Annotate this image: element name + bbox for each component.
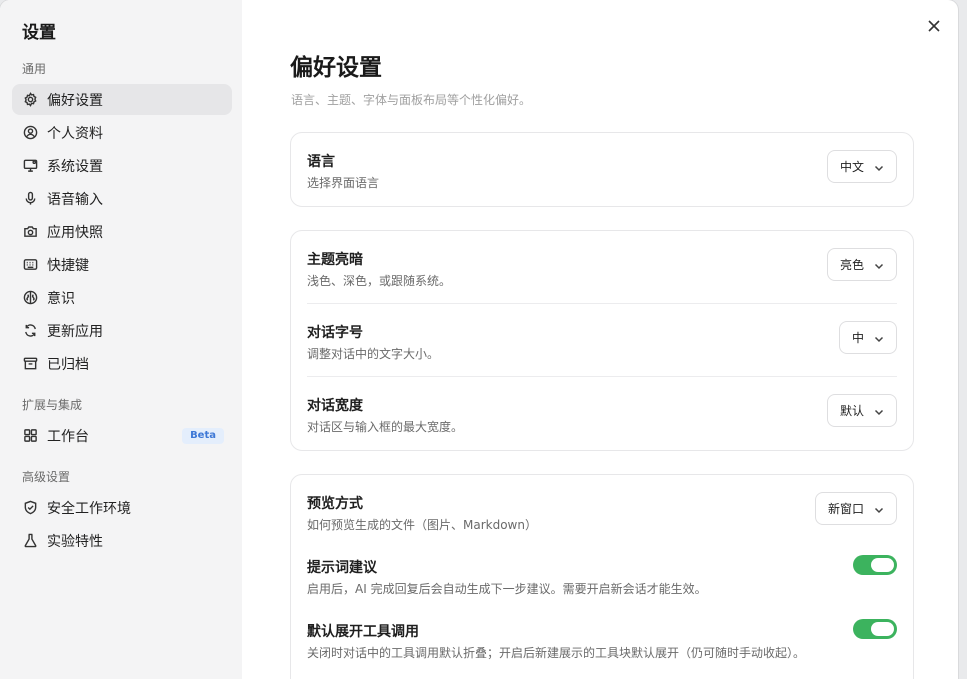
sidebar-item-label: 已归档	[47, 356, 89, 373]
chevron-down-icon	[874, 406, 884, 416]
sidebar: 设置 通用 偏好设置 个人资料 系统设置 语音输入 应用快照 快捷键 意识 更新…	[0, 0, 242, 679]
page-description: 语言、主题、字体与面板布局等个性化偏好。	[291, 93, 532, 107]
expand-tools-label: 默认展开工具调用	[307, 624, 419, 640]
sidebar-item-snapshot[interactable]: 应用快照	[12, 216, 232, 247]
expand-tools-row: 默认展开工具调用 关闭时对话中的工具调用默认折叠；开启后新建展示的工具块默认展开…	[307, 603, 897, 667]
font-size-sub: 调整对话中的文字大小。	[307, 347, 440, 361]
theme-label: 主题亮暗	[307, 252, 363, 268]
width-sub: 对话区与输入框的最大宽度。	[307, 420, 464, 434]
width-row: 对话宽度 对话区与输入框的最大宽度。	[307, 377, 897, 449]
sidebar-item-label: 应用快照	[47, 224, 103, 241]
page-title: 偏好设置	[290, 55, 382, 81]
close-icon	[927, 18, 941, 37]
chevron-down-icon	[874, 333, 884, 343]
sidebar-item-label: 实验特性	[47, 533, 103, 550]
sidebar-item-consciousness[interactable]: 意识	[12, 282, 232, 313]
toggle-knob	[871, 622, 894, 636]
prompt-suggest-label: 提示词建议	[307, 560, 377, 576]
font-size-label: 对话字号	[307, 325, 363, 341]
behavior-card: 预览方式 如何预览生成的文件（图片、Markdown） 新窗口 提示词建议 启用…	[290, 474, 914, 679]
microphone-icon	[22, 191, 38, 207]
sidebar-item-label: 更新应用	[47, 323, 103, 340]
chevron-down-icon	[874, 260, 884, 270]
sidebar-item-voice-input[interactable]: 语音输入	[12, 183, 232, 214]
language-label: 语言	[307, 154, 335, 170]
expand-tools-sub: 关闭时对话中的工具调用默认折叠；开启后新建展示的工具块默认展开（仍可随时手动收起…	[307, 646, 806, 660]
preview-select[interactable]: 新窗口	[814, 492, 897, 525]
sidebar-item-preferences[interactable]: 偏好设置	[12, 84, 232, 115]
user-circle-icon	[22, 125, 38, 141]
sidebar-item-secure-env[interactable]: 安全工作环境	[12, 492, 232, 523]
grid-icon	[22, 428, 38, 444]
sidebar-item-label: 个人资料	[47, 125, 103, 142]
preview-row: 预览方式 如何预览生成的文件（图片、Markdown）	[307, 475, 897, 539]
sidebar-item-shortcuts[interactable]: 快捷键	[12, 249, 232, 280]
sidebar-item-label: 工作台	[47, 428, 89, 445]
preview-label: 预览方式	[307, 496, 363, 512]
settings-window: 设置 通用 偏好设置 个人资料 系统设置 语音输入 应用快照 快捷键 意识 更新…	[0, 0, 958, 679]
brain-icon	[22, 290, 38, 306]
appearance-card: 主题亮暗 浅色、深色，或跟随系统。 亮色 对话字号 调整对话中的文字大小。 中 …	[290, 230, 914, 451]
prompt-suggest-sub: 启用后，AI 完成回复后会自动生成下一步建议。需要开启新会话才能生效。	[307, 582, 707, 596]
theme-row: 主题亮暗 浅色、深色，或跟随系统。	[307, 231, 897, 303]
refresh-icon	[22, 323, 38, 339]
flask-icon	[22, 533, 38, 549]
prompt-suggest-row: 提示词建议 启用后，AI 完成回复后会自动生成下一步建议。需要开启新会话才能生效…	[307, 539, 897, 603]
gear-icon	[22, 92, 38, 108]
sidebar-item-label: 系统设置	[47, 158, 103, 175]
section-extensions: 扩展与集成	[22, 398, 83, 412]
prompt-suggest-toggle[interactable]	[853, 555, 897, 575]
sidebar-item-label: 语音输入	[47, 191, 103, 208]
sidebar-item-update[interactable]: 更新应用	[12, 315, 232, 346]
beta-badge: Beta	[182, 428, 224, 444]
sidebar-item-experimental[interactable]: 实验特性	[12, 525, 232, 556]
section-advanced: 高级设置	[22, 470, 71, 484]
close-button[interactable]	[925, 18, 943, 36]
language-card: 语言 选择界面语言 中文	[290, 132, 914, 207]
language-value: 中文	[839, 160, 864, 174]
sidebar-item-system[interactable]: 系统设置	[12, 150, 232, 181]
width-select[interactable]: 默认	[826, 394, 897, 427]
sidebar-item-profile[interactable]: 个人资料	[12, 117, 232, 148]
monitor-icon	[22, 158, 38, 174]
camera-icon	[22, 224, 38, 240]
width-value: 默认	[839, 404, 864, 418]
sidebar-item-label: 安全工作环境	[47, 500, 131, 517]
font-size-row: 对话字号 调整对话中的文字大小。	[307, 304, 897, 376]
sidebar-item-label: 意识	[47, 290, 75, 307]
chevron-down-icon	[874, 162, 884, 172]
toggle-knob	[871, 558, 894, 572]
chevron-down-icon	[874, 504, 884, 514]
preview-value: 新窗口	[827, 502, 864, 516]
sidebar-item-label: 偏好设置	[47, 92, 103, 109]
language-sub: 选择界面语言	[307, 176, 380, 190]
width-label: 对话宽度	[307, 398, 363, 414]
archive-icon	[22, 356, 38, 372]
language-row: 语言 选择界面语言	[307, 133, 897, 206]
font-size-value: 中	[851, 331, 864, 345]
keyboard-icon	[22, 257, 38, 273]
shield-icon	[22, 500, 38, 516]
theme-sub: 浅色、深色，或跟随系统。	[307, 274, 452, 288]
sidebar-item-archived[interactable]: 已归档	[12, 348, 232, 379]
preview-sub: 如何预览生成的文件（图片、Markdown）	[307, 518, 537, 532]
language-select[interactable]: 中文	[826, 150, 897, 183]
sidebar-item-label: 快捷键	[47, 257, 89, 274]
theme-select[interactable]: 亮色	[826, 248, 897, 281]
sidebar-title: 设置	[22, 23, 56, 43]
sidebar-item-workbench[interactable]: 工作台 Beta	[12, 420, 232, 451]
expand-tools-toggle[interactable]	[853, 619, 897, 639]
theme-value: 亮色	[839, 258, 864, 272]
section-general: 通用	[22, 62, 47, 76]
font-size-select[interactable]: 中	[838, 321, 897, 354]
